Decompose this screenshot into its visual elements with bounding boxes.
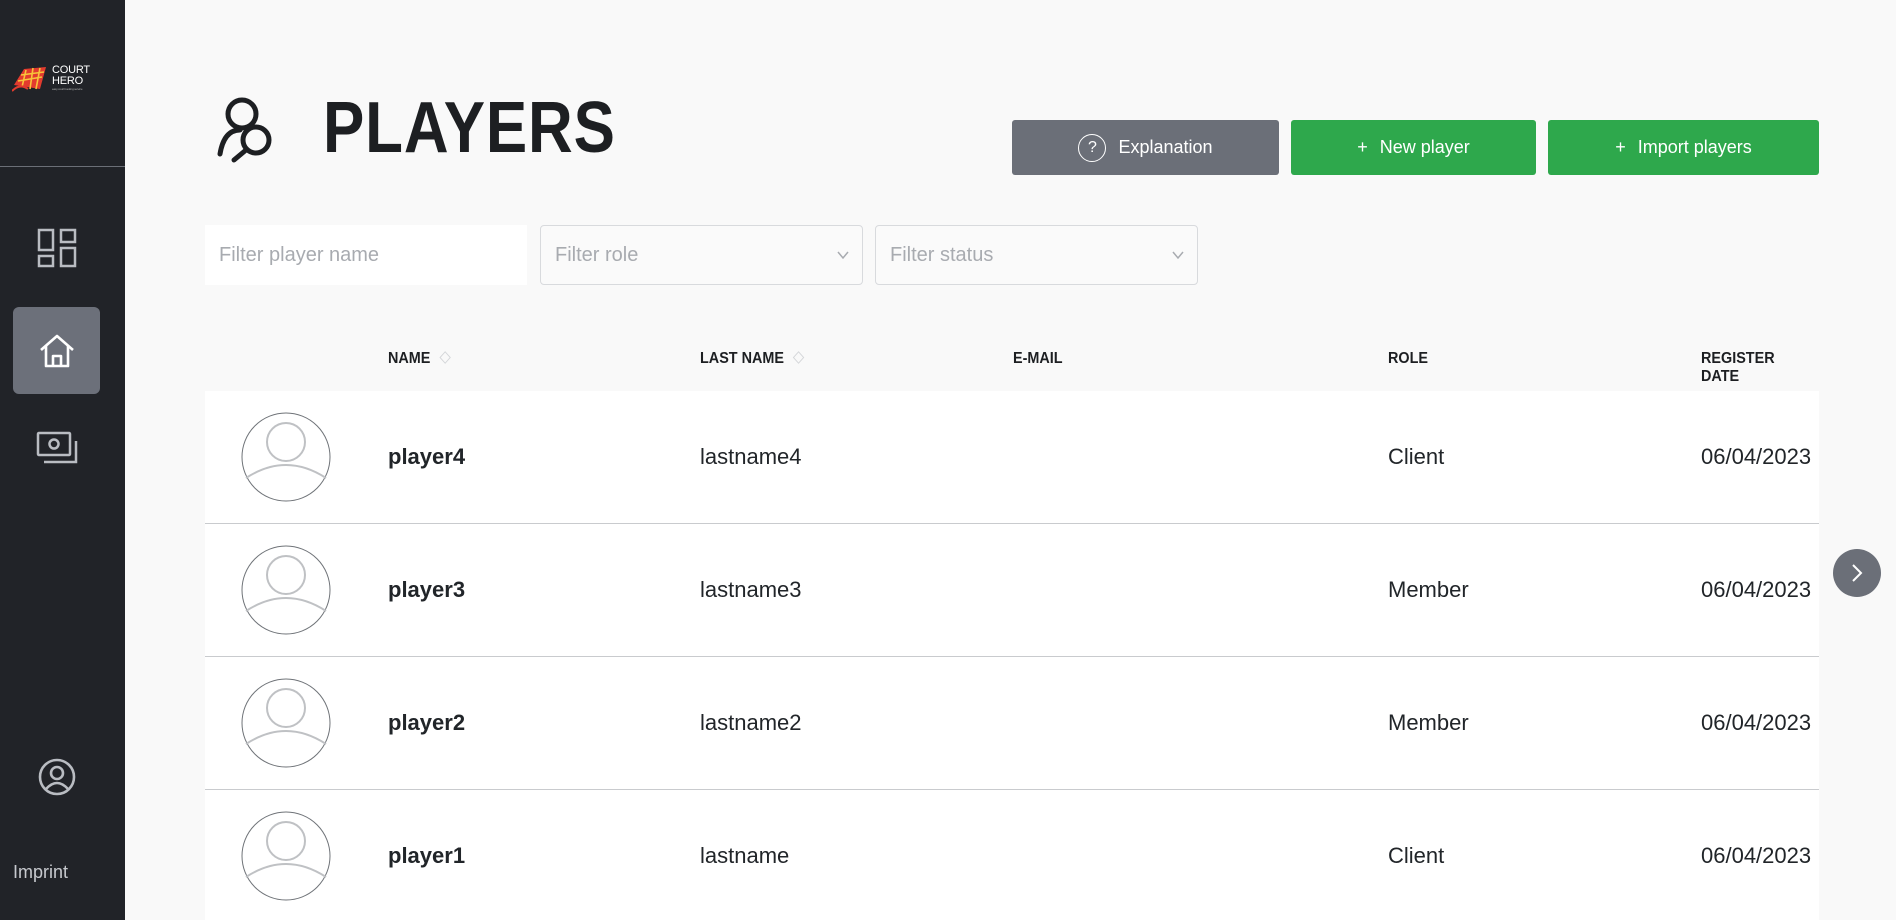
column-header-name[interactable]: NAME [388,350,451,368]
column-header-last-name[interactable]: LAST NAME [700,350,805,368]
new-player-label: New player [1379,137,1470,157]
filter-role-select[interactable]: Filter role [540,225,863,285]
table-row[interactable]: player4 lastname4 Client 06/04/2023 [205,391,1819,524]
scroll-right-button[interactable] [1833,549,1881,597]
user-circle-icon [38,758,75,795]
sidebar-item-home[interactable] [13,307,100,394]
table-header: NAME LAST NAME E-MAIL ROLE REGISTER DATE [205,325,1819,391]
new-player-button[interactable]: + New player [1291,120,1536,175]
cell-last-name: lastname3 [700,577,802,602]
chevron-down-icon [1172,251,1184,260]
cell-role: Client [1388,843,1445,868]
page-title: PLAYERS [323,88,616,168]
table-row[interactable]: player2 lastname2 Member 06/04/2023 [205,657,1819,790]
column-header-register-date: REGISTER DATE [1701,350,1775,385]
court-hero-logo[interactable]: COURT HERO easy court booking service [12,60,104,96]
cell-register-date: 06/04/2023 [1701,843,1812,868]
filter-status-placeholder: Filter status [890,243,994,266]
sidebar: COURT HERO easy court booking service Im… [0,0,125,920]
sidebar-item-dashboard[interactable] [13,204,100,291]
cell-name: player3 [388,577,466,602]
avatar-icon [241,545,331,635]
cell-role: Member [1388,710,1469,735]
cell-register-date: 06/04/2023 [1701,710,1812,735]
court-hero-logo-icon [12,67,46,92]
cell-last-name: lastname [700,843,790,868]
sort-icon[interactable] [439,351,451,364]
avatar-icon [241,811,331,901]
explanation-label: Explanation [1118,137,1213,157]
home-icon [39,334,74,367]
players-icon [210,92,282,169]
filter-player-name-placeholder: Filter player name [219,243,380,266]
cell-register-date: 06/04/2023 [1701,444,1812,469]
logo-line2: HERO [52,74,83,87]
cell-role: Client [1388,444,1445,469]
cell-last-name: lastname4 [700,444,802,469]
money-icon [36,431,77,463]
sidebar-divider [0,166,125,167]
avatar-icon [241,412,331,502]
logo-text: COURT HERO easy court booking service [52,64,90,92]
import-players-label: Import players [1637,137,1752,157]
chevron-down-icon [837,251,849,260]
sidebar-item-payments[interactable] [13,404,100,491]
table-row[interactable]: player3 lastname3 Member 06/04/2023 [205,524,1819,657]
plus-icon: + [1615,137,1626,157]
explanation-button[interactable]: ? Explanation [1012,120,1279,175]
cell-role: Member [1388,577,1469,602]
column-name-label: NAME [388,350,431,367]
help-icon: ? [1078,133,1107,162]
filter-player-name-input[interactable]: Filter player name [205,225,527,285]
cell-name: player4 [388,444,466,469]
import-players-button[interactable]: + Import players [1548,120,1819,175]
sort-icon[interactable] [793,351,805,364]
cell-register-date: 06/04/2023 [1701,577,1812,602]
plus-icon: + [1357,137,1368,157]
cell-last-name: lastname2 [700,710,802,735]
chevron-right-icon [1852,564,1863,582]
filter-status-select[interactable]: Filter status [875,225,1198,285]
column-last-name-label: LAST NAME [700,350,784,367]
filter-role-placeholder: Filter role [555,243,639,266]
column-header-email: E-MAIL [1013,350,1063,367]
table-row[interactable]: player1 lastname Client 06/04/2023 [205,790,1819,920]
cell-name: player1 [388,843,466,868]
dashboard-icon [37,228,76,267]
profile-button[interactable] [13,733,100,820]
logo-tagline: easy court booking service [52,86,83,91]
imprint-link[interactable]: Imprint [13,862,68,883]
players-table: NAME LAST NAME E-MAIL ROLE REGISTER DATE… [205,325,1819,920]
cell-name: player2 [388,710,466,735]
column-header-role: ROLE [1388,350,1429,367]
avatar-icon [241,678,331,768]
